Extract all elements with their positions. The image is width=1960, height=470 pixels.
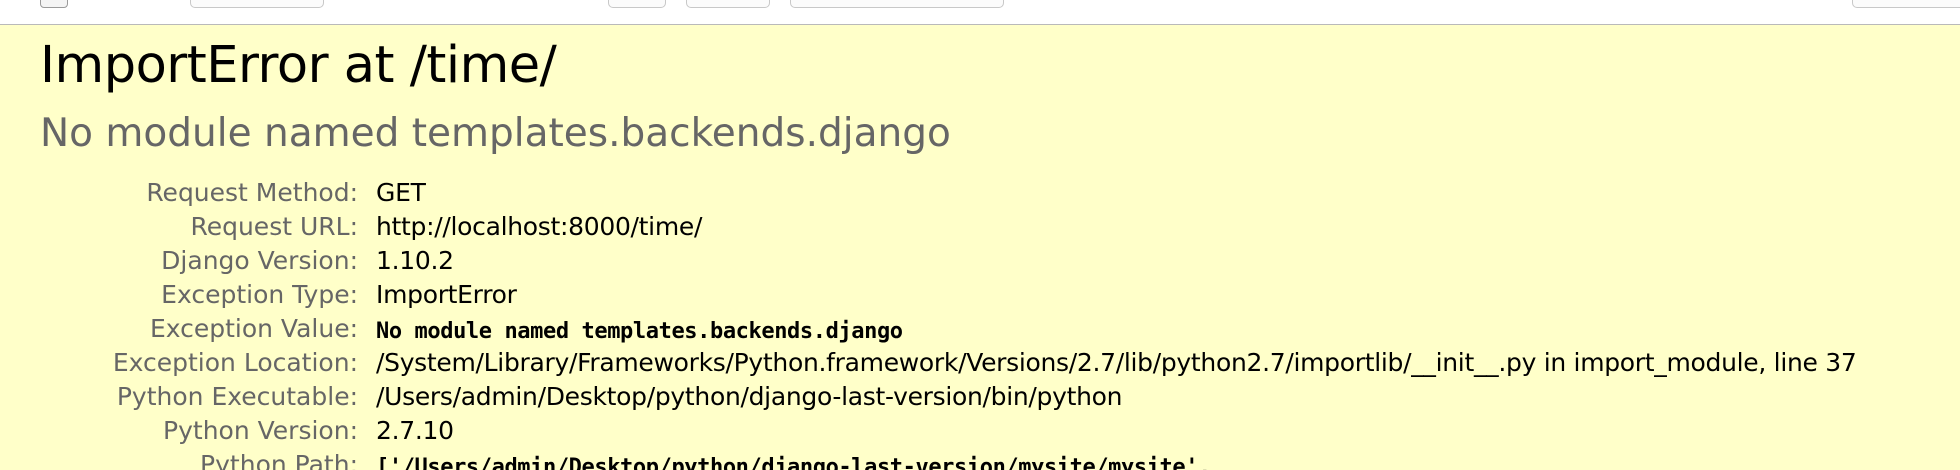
- address-bar[interactable]: [790, 0, 1004, 8]
- toolbar-button[interactable]: [686, 0, 770, 8]
- meta-value: /System/Library/Frameworks/Python.framew…: [376, 348, 1857, 377]
- meta-label: Django Version:: [161, 246, 358, 275]
- meta-label: Exception Type:: [161, 280, 358, 309]
- request-meta-table: Request Method: GET Request URL: http://…: [0, 176, 1960, 470]
- meta-label: Python Executable:: [116, 382, 358, 411]
- meta-row-python-version: Python Version: 2.7.10: [0, 414, 1960, 448]
- meta-value: GET: [376, 178, 426, 207]
- sidebar-toggle-icon[interactable]: [40, 0, 68, 8]
- meta-value: ['/Users/admin/Desktop/python/django-las…: [376, 455, 1211, 470]
- toolbar-button[interactable]: [1852, 0, 1960, 8]
- toolbar-button[interactable]: [190, 0, 324, 8]
- meta-row-exception-value: Exception Value: No module named templat…: [0, 312, 1960, 346]
- meta-row-request-method: Request Method: GET: [0, 176, 1960, 210]
- meta-label: Request URL:: [190, 212, 358, 241]
- meta-label: Python Path:: [200, 450, 358, 470]
- meta-value: 1.10.2: [376, 246, 454, 275]
- toolbar-button[interactable]: [608, 0, 666, 8]
- meta-value: /Users/admin/Desktop/python/django-last-…: [376, 382, 1123, 411]
- meta-row-django-version: Django Version: 1.10.2: [0, 244, 1960, 278]
- meta-value: http://localhost:8000/time/: [376, 212, 703, 241]
- meta-value: 2.7.10: [376, 416, 454, 445]
- meta-row-exception-location: Exception Location: /System/Library/Fram…: [0, 346, 1960, 380]
- browser-toolbar: [0, 0, 1960, 25]
- error-title: ImportError at /time/: [40, 36, 557, 95]
- meta-value: ImportError: [376, 280, 517, 309]
- meta-label: Request Method:: [146, 178, 358, 207]
- error-message: No module named templates.backends.djang…: [40, 111, 951, 156]
- meta-row-exception-type: Exception Type: ImportError: [0, 278, 1960, 312]
- meta-row-python-executable: Python Executable: /Users/admin/Desktop/…: [0, 380, 1960, 414]
- meta-row-python-path: Python Path: ['/Users/admin/Desktop/pyth…: [0, 448, 1960, 470]
- meta-row-request-url: Request URL: http://localhost:8000/time/: [0, 210, 1960, 244]
- meta-label: Exception Value:: [149, 314, 358, 343]
- meta-label: Python Version:: [163, 416, 358, 445]
- meta-label: Exception Location:: [112, 348, 358, 377]
- meta-value: No module named templates.backends.djang…: [376, 319, 903, 344]
